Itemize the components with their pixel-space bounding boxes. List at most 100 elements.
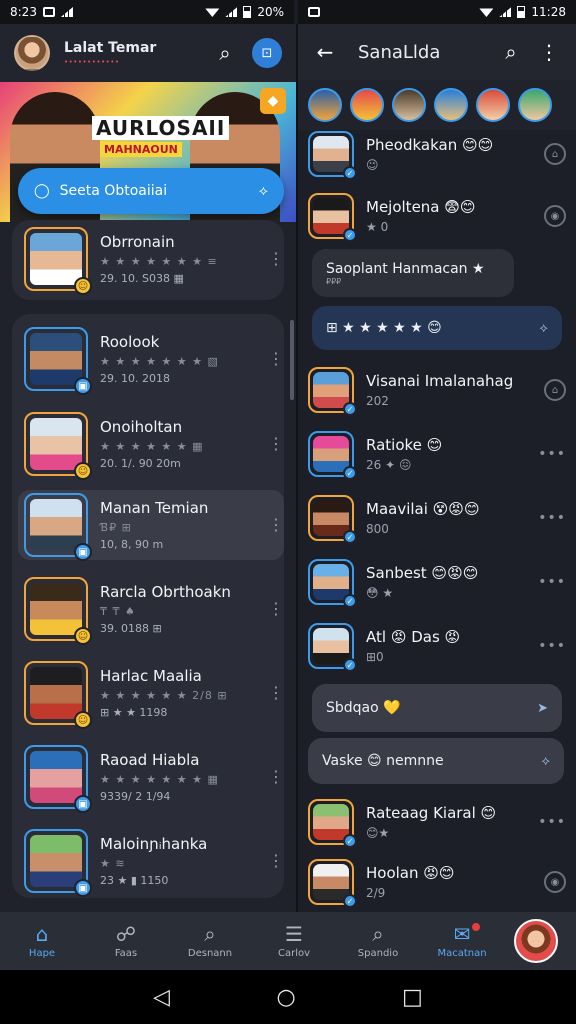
list-item-rating: ★ ≋ bbox=[100, 857, 126, 870]
sparkle-icon[interactable]: ⟡ bbox=[539, 321, 548, 336]
camera-icon: ▣ bbox=[74, 377, 92, 395]
profile-switch-icon[interactable]: ⊡ bbox=[252, 38, 282, 68]
battery-text: 20% bbox=[257, 5, 284, 19]
action-pill[interactable]: Sbdqao 💛 ➤ bbox=[312, 684, 562, 732]
list-item-rating: ★ ★ ★ ★ ★ ★ ▦ bbox=[100, 440, 204, 453]
profile-avatar[interactable] bbox=[14, 35, 50, 71]
sparkle-icon[interactable]: ⟡ bbox=[541, 754, 550, 769]
nav-item-carlov[interactable]: ☰ Carlov bbox=[252, 923, 336, 959]
list-item-name: Onoiholtan bbox=[100, 418, 183, 436]
story-avatar[interactable] bbox=[308, 88, 342, 122]
chat-item[interactable]: ✓ Visanai Imalanahag 202 ⌂ bbox=[308, 360, 566, 420]
home-icon[interactable]: ○ bbox=[276, 985, 295, 1010]
contact-thumbnail: ☺ bbox=[24, 227, 92, 295]
search-icon[interactable]: ⌕ bbox=[210, 38, 240, 68]
right-title: SanaLlda bbox=[358, 41, 441, 63]
nav-label: Spandio bbox=[357, 948, 399, 959]
contact-photo bbox=[30, 835, 82, 887]
contact-photo bbox=[313, 136, 349, 172]
list-item[interactable]: ▣ Raoad Hiabla ★ ★ ★ ★ ★ ★ ★ ▦ 9339/ 2 1… bbox=[24, 742, 284, 813]
nav-label: Faas bbox=[114, 948, 138, 959]
story-avatar[interactable] bbox=[518, 88, 552, 122]
list-item-rating: ★ ★ ★ ★ ★ ★ ★ ▦ bbox=[100, 773, 219, 786]
list-item[interactable]: ▣ Roolook ★ ★ ★ ★ ★ ★ ★ ▧ 29. 10. 2018 ⋮ bbox=[24, 324, 284, 395]
nav-label: Desnann bbox=[187, 948, 233, 959]
status-bar-left: 8:23 20% bbox=[0, 0, 294, 24]
action-pill[interactable]: Saoplant Hanmacan ★ ₽₽₽ bbox=[312, 249, 514, 297]
chat-item[interactable]: ✓ Hoolan 😡😊 2/9 ◉ bbox=[308, 852, 566, 912]
more-vertical-icon[interactable]: ⋮ bbox=[268, 251, 284, 267]
nav-item-desnann[interactable]: ⌕ Desnann bbox=[168, 923, 252, 959]
chat-item[interactable]: ✓ Maavilai 😵😡😊 800 ••• bbox=[308, 488, 566, 548]
search-bar[interactable]: ◯ Seeta Obtoaiiai ⟡ bbox=[18, 168, 284, 214]
chat-item[interactable]: ✓ Ratioke 😊 26 ✦ 😖 ••• bbox=[308, 424, 566, 484]
send-icon[interactable]: ➤ bbox=[537, 701, 548, 716]
story-avatar[interactable] bbox=[476, 88, 510, 122]
chat-item[interactable]: ✓ Rateaag Kiaral 😊 😊★ ••• bbox=[308, 792, 566, 852]
list-item[interactable]: ▣ Maloinɲᵢhanka ★ ≋ 23 ★ ▮ 1150 ⋮ bbox=[24, 826, 284, 897]
verified-icon: ✓ bbox=[343, 658, 357, 672]
more-vertical-icon[interactable]: ⋮ bbox=[268, 436, 284, 452]
back-icon[interactable]: ◁ bbox=[153, 985, 170, 1010]
camera-icon: ▣ bbox=[74, 795, 92, 813]
eye-icon[interactable]: ◉ bbox=[544, 205, 566, 227]
list-item[interactable]: ☺ Onoiholtan ★ ★ ★ ★ ★ ★ ▦ 20. 1/. 90 20… bbox=[24, 409, 284, 480]
list-item-date: 39. 0188 ⊞ bbox=[100, 622, 162, 635]
action-pill-sub: ₽₽₽ bbox=[326, 276, 342, 286]
search-icon[interactable]: ⌕ bbox=[496, 37, 526, 67]
list-item[interactable]: ☺ Harlac Maalia ★ ★ ★ ★ ★ ★ 2/8 ⊞ ⊞ ★ ★ … bbox=[24, 658, 284, 729]
wifi-icon bbox=[205, 8, 220, 17]
contact-photo bbox=[30, 667, 82, 719]
chat-preview: 26 ✦ 😖 bbox=[366, 458, 412, 472]
list-item[interactable]: ☺ Obrronain ★ ★ ★ ★ ★ ★ ★ ≡ 29. 10. S038… bbox=[24, 224, 284, 295]
more-horizontal-icon[interactable]: ••• bbox=[538, 814, 566, 830]
status-time: 8:23 bbox=[10, 5, 37, 19]
more-horizontal-icon[interactable]: ••• bbox=[538, 510, 566, 526]
contact-photo bbox=[30, 751, 82, 803]
more-vertical-icon[interactable]: ⋮ bbox=[268, 601, 284, 617]
list-item[interactable]: ▣ Manan Temian Ɓ̄₽ ⊞ 10, 8, 90 m ⋮ bbox=[18, 490, 284, 561]
more-vertical-icon[interactable]: ⋮ bbox=[268, 517, 284, 533]
recents-icon[interactable]: □ bbox=[402, 985, 423, 1010]
eye-icon[interactable]: ◉ bbox=[544, 871, 566, 893]
signal-icon bbox=[60, 7, 73, 17]
more-horizontal-icon[interactable]: ••• bbox=[538, 574, 566, 590]
chat-preview: 800 bbox=[366, 522, 389, 536]
list-item[interactable]: ☺ Rarcla Obrthoakn ₸ ₸ ♠ 39. 0188 ⊞ ⋮ bbox=[24, 574, 284, 645]
verified-icon: ✓ bbox=[343, 466, 357, 480]
chat-item[interactable]: ✓ Pheodkakan 😊😊 😉 ⌂ bbox=[308, 124, 566, 184]
camera-icon: ▣ bbox=[74, 543, 92, 561]
diamond-icon[interactable]: ◆ bbox=[260, 88, 286, 114]
list-item-date: ⊞ ★ ★ 1198 bbox=[100, 706, 168, 719]
more-vertical-icon[interactable]: ⋮ bbox=[268, 769, 284, 785]
scrollbar[interactable] bbox=[290, 320, 294, 400]
lock-icon[interactable]: ⌂ bbox=[544, 143, 566, 165]
contact-thumbnail: ▣ bbox=[24, 829, 92, 897]
nav-item-hape[interactable]: ⌂ Hape bbox=[0, 923, 84, 959]
chat-item[interactable]: ✓ Sanbest 😊😡😊 😳 ★ ••• bbox=[308, 552, 566, 612]
chat-item[interactable]: ✓ Mejoltena 😨😊 ★ 0 ◉ bbox=[308, 186, 566, 246]
lock-icon[interactable]: ⌂ bbox=[544, 379, 566, 401]
nav-item-faas[interactable]: ☍ Faas bbox=[84, 923, 168, 959]
back-arrow-icon[interactable]: ← bbox=[310, 37, 340, 67]
more-vertical-icon[interactable]: ⋮ bbox=[268, 853, 284, 869]
list-item-name: Rarcla Obrthoakn bbox=[100, 583, 231, 601]
chat-item[interactable]: ✓ Atl 😡 Das 😡 ⊞0 ••• bbox=[308, 616, 566, 676]
more-vertical-icon[interactable]: ⋮ bbox=[534, 37, 564, 67]
more-vertical-icon[interactable]: ⋮ bbox=[268, 351, 284, 367]
more-vertical-icon[interactable]: ⋮ bbox=[268, 685, 284, 701]
nav-item-macatnan[interactable]: ✉ Macatnan bbox=[420, 921, 504, 959]
list-item-date: 20. 1/. 90 20m bbox=[100, 457, 181, 470]
action-pill[interactable]: ⊞ ★ ★ ★ ★ ★ 😊 ⟡ bbox=[312, 306, 562, 350]
chat-avatar: ✓ bbox=[308, 559, 357, 608]
action-pill[interactable]: Vaske 😊 nemnne ⟡ bbox=[308, 738, 564, 784]
profile-avatar[interactable] bbox=[514, 919, 558, 963]
nav-item-spandio[interactable]: ⌕ Spandio bbox=[336, 923, 420, 959]
story-avatar[interactable] bbox=[434, 88, 468, 122]
chat-avatar: ✓ bbox=[308, 431, 357, 480]
story-avatar[interactable] bbox=[350, 88, 384, 122]
story-avatar[interactable] bbox=[392, 88, 426, 122]
more-horizontal-icon[interactable]: ••• bbox=[538, 638, 566, 654]
more-horizontal-icon[interactable]: ••• bbox=[538, 446, 566, 462]
chat-name: Hoolan 😡😊 bbox=[366, 864, 455, 882]
